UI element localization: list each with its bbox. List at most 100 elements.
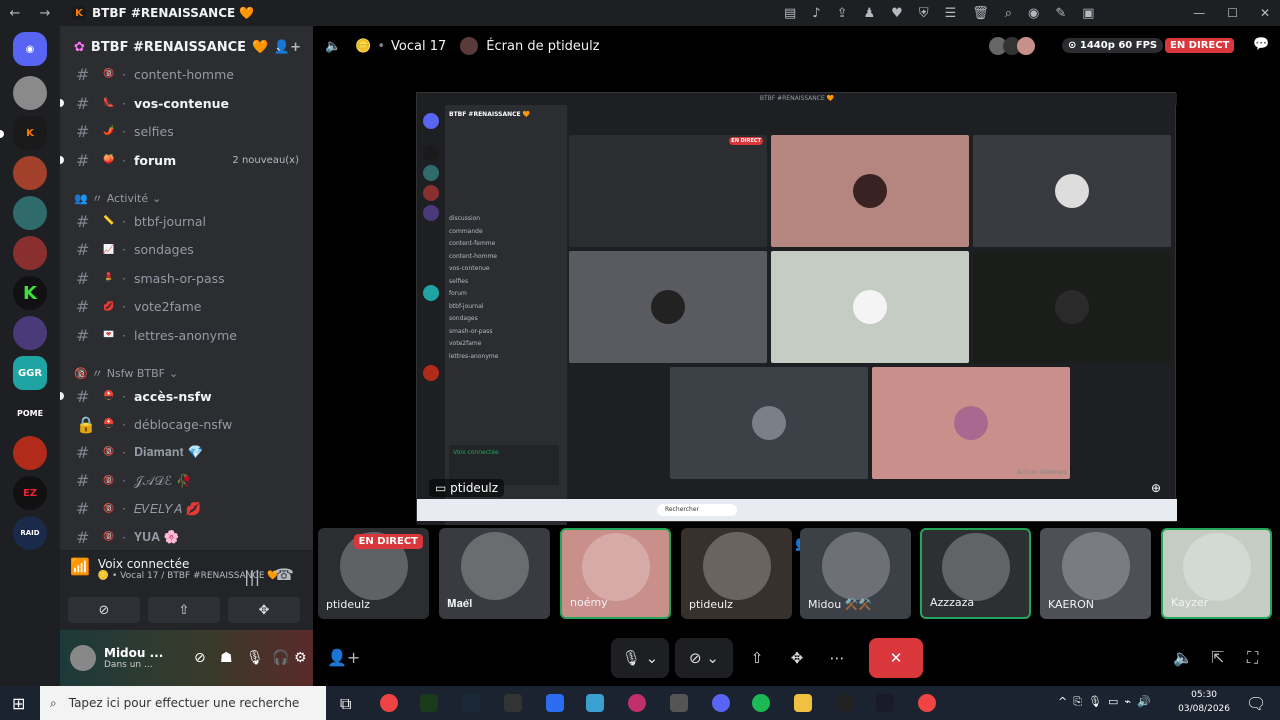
discord-home-icon[interactable]: ◉ bbox=[13, 32, 47, 66]
speaker-icon[interactable]: 🔈 bbox=[325, 39, 341, 54]
channel-3[interactable]: # 🍑 · forum 2 nouveau(x) bbox=[60, 147, 313, 173]
heart-icon[interactable]: ♥ bbox=[891, 6, 903, 21]
channel-0[interactable]: # 🔞 · content-homme bbox=[60, 61, 313, 87]
search-icon[interactable]: ⌕ bbox=[1005, 6, 1012, 21]
server-icon[interactable] bbox=[13, 196, 47, 230]
microphone-icon[interactable]: 🎙 bbox=[246, 650, 264, 666]
tile-participant[interactable] bbox=[771, 135, 969, 247]
taskbar-search[interactable]: ⌕ Tapez ici pour effectuer une recherche bbox=[40, 686, 326, 720]
viewer-avatars[interactable] bbox=[989, 37, 1035, 55]
app-icon[interactable] bbox=[586, 694, 604, 712]
app-icon[interactable] bbox=[628, 694, 646, 712]
tile-participant[interactable] bbox=[670, 367, 868, 479]
minimize-button[interactable]: — bbox=[1193, 6, 1205, 20]
channel-5[interactable]: # 🔞 · 𝐘𝐔𝐀 🌸 bbox=[60, 524, 313, 550]
activities-button[interactable]: ✥ bbox=[785, 638, 809, 678]
screen-share-button[interactable]: ⇧ bbox=[148, 597, 220, 623]
tile-screen-preview[interactable]: EN DIRECT bbox=[569, 135, 767, 247]
server-icon[interactable]: EZ bbox=[13, 476, 47, 510]
people-icon[interactable]: ♟ bbox=[864, 6, 876, 21]
channel-1[interactable]: # 👠 · vos-contenue bbox=[60, 90, 313, 116]
invite-icon[interactable]: 👤+ bbox=[327, 648, 360, 667]
more-icon[interactable]: ⋯ bbox=[825, 638, 849, 678]
shield-app-icon[interactable] bbox=[504, 694, 522, 712]
channel-0[interactable]: # ⛑️ · accès-nsfw bbox=[60, 383, 313, 409]
chrome-icon[interactable] bbox=[918, 694, 936, 712]
camera-button[interactable]: ⊘ ⌄ bbox=[675, 638, 733, 678]
app-icon[interactable] bbox=[876, 694, 894, 712]
tile-participant[interactable] bbox=[872, 367, 1070, 479]
volume-icon[interactable]: 🔈 bbox=[1173, 648, 1193, 667]
share-icon[interactable]: ⇪ bbox=[837, 6, 848, 21]
channel-2[interactable]: # 🌶️ · selfies bbox=[60, 118, 313, 144]
gear-icon[interactable]: ⚙ bbox=[294, 650, 307, 666]
channel-4[interactable]: # 💌 · lettres-anonyme bbox=[60, 322, 313, 348]
participant-card[interactable]: Midou ⚒️⚒️ bbox=[800, 528, 911, 619]
file-explorer-icon[interactable] bbox=[794, 694, 812, 712]
channel-3[interactable]: # 💋 · vote2fame bbox=[60, 294, 313, 320]
channel-0[interactable]: # 📏 · btbf-journal bbox=[60, 208, 313, 234]
category-nsfw[interactable]: 🔞 〃 Nsfw BTBF ⌄ bbox=[74, 365, 178, 381]
notifications-icon[interactable]: 🗨 bbox=[1246, 694, 1266, 713]
server-icon[interactable] bbox=[13, 156, 47, 190]
list-search-icon[interactable]: ☰ bbox=[945, 6, 957, 21]
tray-icons[interactable]: ^⎘🎙▭⌁🔊 bbox=[1058, 695, 1157, 709]
windows-start-icon[interactable]: ⊞ bbox=[12, 694, 25, 713]
participant-card[interactable]: noémy bbox=[560, 528, 671, 619]
add-member-icon[interactable]: 👤+ bbox=[274, 40, 301, 55]
headphones-icon[interactable]: 🎧 bbox=[272, 650, 289, 666]
server-icon-btbf[interactable]: K bbox=[13, 116, 47, 150]
chrome-icon[interactable] bbox=[380, 694, 398, 712]
spotify-icon[interactable] bbox=[752, 694, 770, 712]
zoom-icon[interactable]: ⊕ bbox=[1151, 481, 1161, 495]
fullscreen-icon[interactable]: ⛶ bbox=[1247, 648, 1258, 668]
tile-participant[interactable] bbox=[973, 135, 1171, 247]
maximize-button[interactable]: ☐ bbox=[1227, 6, 1238, 20]
shared-screen[interactable]: BTBF #RENAISSANCE 🧡 BTBF #RENAISSANCE 🧡 … bbox=[416, 92, 1177, 525]
obs-icon[interactable] bbox=[836, 694, 854, 712]
dnd-icon[interactable]: ⊘ bbox=[194, 650, 206, 666]
server-icon[interactable]: GGR bbox=[13, 356, 47, 390]
participant-card[interactable]: KAERON bbox=[1040, 528, 1151, 619]
hang-up-button[interactable]: ✕ bbox=[869, 638, 923, 678]
activities-button[interactable]: ✥ bbox=[228, 597, 300, 623]
avatar[interactable] bbox=[70, 645, 96, 671]
microphone-button[interactable]: 🎙 ⌄ bbox=[611, 638, 669, 678]
participant-card[interactable]: EN DIRECT ptideulz bbox=[318, 528, 429, 619]
participant-card[interactable]: Kayzer bbox=[1161, 528, 1272, 619]
shield-icon[interactable]: ⛨ bbox=[919, 6, 929, 21]
pen-icon[interactable]: ✎ bbox=[1055, 6, 1066, 21]
clock[interactable]: 05:30 03/08/2026 bbox=[1178, 688, 1230, 716]
category-activite[interactable]: 👥 〃 Activité ⌄ bbox=[74, 190, 161, 206]
channel-3[interactable]: # 🔞 · 𝒥𝒜𝒟ℰ 🥀 bbox=[60, 468, 313, 494]
user-name[interactable]: Midou ... bbox=[104, 646, 163, 660]
channel-4[interactable]: # 🔞 · 𝐸𝑉𝐸𝐿𝑌𝐴 💋 bbox=[60, 496, 313, 522]
camera-off-button[interactable]: ⊘ bbox=[68, 597, 140, 623]
ghost-icon[interactable]: ☗ bbox=[220, 650, 233, 666]
app-icon[interactable] bbox=[546, 694, 564, 712]
tile-participant[interactable] bbox=[771, 251, 969, 363]
server-icon[interactable] bbox=[13, 76, 47, 110]
game-icon[interactable]: ◉ bbox=[1028, 6, 1039, 21]
server-icon[interactable] bbox=[13, 236, 47, 270]
tile-participant[interactable] bbox=[569, 251, 767, 363]
server-icon[interactable] bbox=[13, 316, 47, 350]
discord-icon[interactable] bbox=[712, 694, 730, 712]
tile-participant[interactable] bbox=[973, 251, 1171, 363]
participant-card[interactable]: Azzzaza bbox=[920, 528, 1031, 619]
participant-card[interactable]: ptideulz bbox=[681, 528, 792, 619]
soundboard-icon[interactable]: ||| bbox=[244, 567, 260, 586]
chat-icon[interactable]: 💬 bbox=[1253, 37, 1269, 52]
popout-icon[interactable]: ⇱ bbox=[1211, 648, 1224, 667]
server-icon[interactable]: RAID bbox=[13, 516, 47, 550]
threads-icon[interactable]: ▤ bbox=[784, 6, 796, 21]
server-icon[interactable]: K bbox=[13, 276, 47, 310]
back-icon[interactable]: ← bbox=[10, 6, 21, 21]
participant-card[interactable]: 𝐌𝐚𝐞̈𝐥 bbox=[439, 528, 550, 619]
forward-icon[interactable]: → bbox=[40, 6, 51, 21]
server-icon[interactable] bbox=[13, 436, 47, 470]
channel-1[interactable]: # 📈 · sondages bbox=[60, 237, 313, 263]
folder-icon[interactable]: ▣ bbox=[1082, 6, 1094, 21]
steam-icon[interactable] bbox=[462, 694, 480, 712]
channel-1[interactable]: 🔒 ⛑️ · déblocage-nsfw bbox=[60, 411, 313, 437]
